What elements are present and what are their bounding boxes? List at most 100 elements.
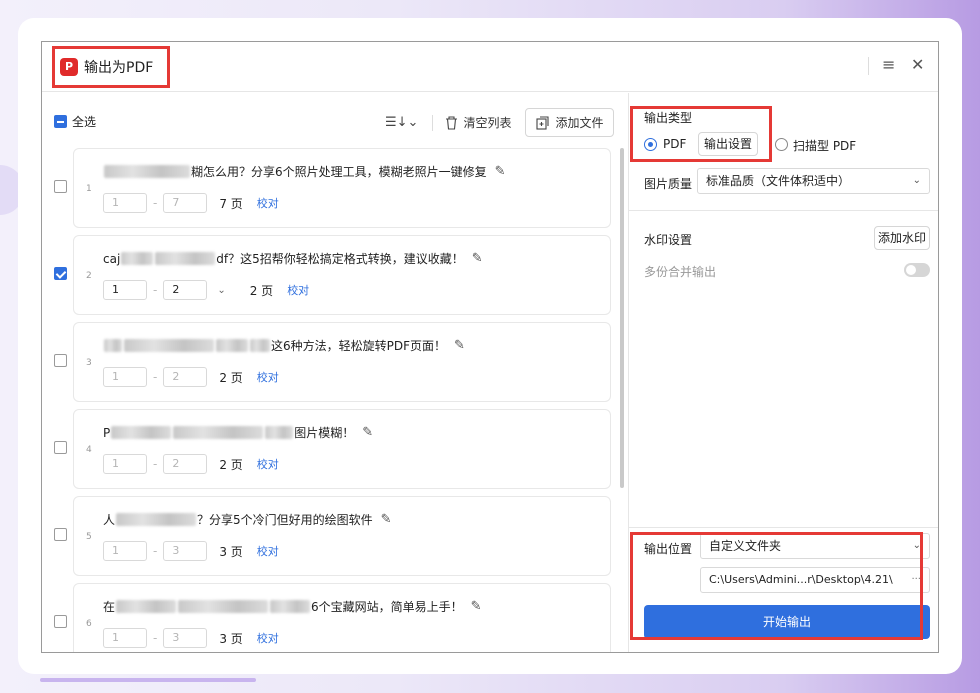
file-title-end: ？分享5个冷门但好用的绘图软件 [197,513,373,527]
file-row[interactable]: 这6种方法，轻松旋转PDF页面！ ✎ 1 - 2 2 页 校对 3 [42,322,627,407]
edit-pencil-icon[interactable]: ✎ [471,599,482,614]
page-from-input[interactable]: 1 [103,367,147,387]
window-title: 输出为PDF [84,60,154,76]
file-title: 在 6个宝藏网站，简单易上手！ ✎ [103,598,482,615]
page-to-input[interactable]: 3 [163,628,208,648]
menu-icon[interactable]: ≡ [882,55,895,74]
file-card: 在 6个宝藏网站，简单易上手！ ✎ 1 - 3 3 页 校对 [73,583,611,652]
file-checkbox[interactable] [54,180,67,193]
file-card: P 图片模糊！ ✎ 1 - 2 2 页 校对 [73,409,611,489]
proofread-link[interactable]: 校对 [257,456,279,472]
range-dash: - [153,283,158,297]
output-settings-button[interactable]: 输出设置 [698,132,758,156]
more-icon[interactable]: ··· [911,568,921,592]
redacted-text [116,600,177,613]
image-quality-select[interactable]: 标准品质（文件体积适中） ⌄ [697,168,930,194]
redacted-text [270,600,311,613]
proofread-link[interactable]: 校对 [257,543,279,559]
merge-output-toggle[interactable] [904,263,930,277]
page-from-input[interactable]: 1 [103,541,147,561]
list-toolbar: ☰↓⌄ 清空列表 添加文件 [385,108,615,137]
page-from-input[interactable]: 1 [103,193,147,213]
page-range: 1 - 7 7 页 校对 [103,193,279,213]
file-row[interactable]: caj df？这5招帮你轻松搞定格式转换，建议收藏！ ✎ 1 - 2 ⌄ 2 页 … [42,235,627,320]
file-title-end: 糊怎么用？分享6个照片处理工具，模糊老照片一键修复 [191,165,487,179]
file-card: 这6种方法，轻松旋转PDF页面！ ✎ 1 - 2 2 页 校对 [73,322,611,402]
page-range: 1 - 3 3 页 校对 [103,628,279,648]
row-number: 3 [86,358,92,368]
file-title: P 图片模糊！ ✎ [103,424,373,441]
row-number: 2 [86,271,92,281]
range-dash: - [153,370,158,384]
file-checkbox[interactable] [54,441,67,454]
file-row[interactable]: 糊怎么用？分享6个照片处理工具，模糊老照片一键修复 ✎ 1 - 7 7 页 校对… [42,148,627,233]
redacted-text [265,426,294,439]
start-export-button[interactable]: 开始输出 [644,605,930,639]
background-bar [40,678,256,682]
range-dash: - [153,196,158,210]
row-number: 5 [86,532,92,542]
close-icon[interactable]: ✕ [911,55,924,74]
redacted-text [121,252,154,265]
proofread-link[interactable]: 校对 [257,630,279,646]
radio-scan-pdf[interactable] [775,138,788,151]
range-dash: - [153,544,158,558]
file-checkbox[interactable] [54,528,67,541]
page-count: 2 页 [219,457,243,472]
file-checkbox[interactable] [54,267,67,280]
proofread-link[interactable]: 校对 [287,282,309,298]
page-count: 3 页 [219,544,243,559]
titlebar-divider [868,57,869,75]
page-from-input[interactable]: 1 [103,454,147,474]
chevron-down-icon: ⌄ [912,175,921,186]
redacted-text [111,426,172,439]
page-to-input[interactable]: 2 [163,280,208,300]
page-to-input[interactable]: 3 [163,541,208,561]
edit-pencil-icon[interactable]: ✎ [454,338,465,353]
proofread-link[interactable]: 校对 [257,195,279,211]
page-from-input[interactable]: 1 [103,280,147,300]
chevron-down-icon: ⌄ [912,540,921,551]
page-range: 1 - 2 2 页 校对 [103,367,279,387]
file-title-end: df？这5招帮你轻松搞定格式转换，建议收藏！ [216,252,464,266]
chevron-down-icon[interactable]: ⌄ [217,285,225,296]
page-from-input[interactable]: 1 [103,628,147,648]
watermark-label: 水印设置 [644,233,693,247]
add-watermark-button[interactable]: 添加水印 [874,226,930,250]
file-title-start: P [103,425,111,440]
file-checkbox[interactable] [54,615,67,628]
image-quality-value: 标准品质（文件体积适中） [706,174,851,188]
select-all-checkbox[interactable]: 全选 [54,113,96,130]
output-path-field[interactable]: C:\Users\Admini...r\Desktop\4.21\ ··· [700,567,930,593]
output-location-select[interactable]: 自定义文件夹 ⌄ [700,533,930,559]
file-row[interactable]: 在 6个宝藏网站，简单易上手！ ✎ 1 - 3 3 页 校对 6 [42,583,627,652]
title-bar: P 输出为PDF ≡ ✕ [42,42,938,92]
redacted-text [124,339,214,352]
file-row[interactable]: P 图片模糊！ ✎ 1 - 2 2 页 校对 4 [42,409,627,494]
clear-list-label: 清空列表 [463,116,512,130]
add-file-label: 添加文件 [555,116,604,130]
file-row[interactable]: 人 ？分享5个冷门但好用的绘图软件 ✎ 1 - 3 3 页 校对 5 [42,496,627,581]
file-list-scrollbar[interactable] [620,148,624,488]
file-title-start: caj [103,251,121,266]
radio-pdf[interactable] [644,138,657,151]
edit-pencil-icon[interactable]: ✎ [495,164,506,179]
page-to-input[interactable]: 7 [163,193,208,213]
redacted-text [116,513,197,526]
edit-pencil-icon[interactable]: ✎ [472,251,483,266]
add-file-button[interactable]: 添加文件 [525,108,615,137]
edit-pencil-icon[interactable]: ✎ [362,425,373,440]
redacted-text [104,339,122,352]
clear-list-button[interactable]: 清空列表 [445,114,511,131]
page-to-input[interactable]: 2 [163,367,208,387]
file-title-start: 在 [103,600,116,614]
file-title-end: 6个宝藏网站，简单易上手！ [311,600,463,614]
sort-icon[interactable]: ☰↓⌄ [385,115,418,130]
page-to-input[interactable]: 2 [163,454,208,474]
edit-pencil-icon[interactable]: ✎ [381,512,392,527]
page-range: 1 - 3 3 页 校对 [103,541,279,561]
file-checkbox[interactable] [54,354,67,367]
file-list-panel: 全选 ☰↓⌄ 清空列表 添加文件 糊怎么用？分享6个照片处理工具，模糊老照片一键… [42,93,627,652]
row-number: 6 [86,619,92,629]
proofread-link[interactable]: 校对 [257,369,279,385]
